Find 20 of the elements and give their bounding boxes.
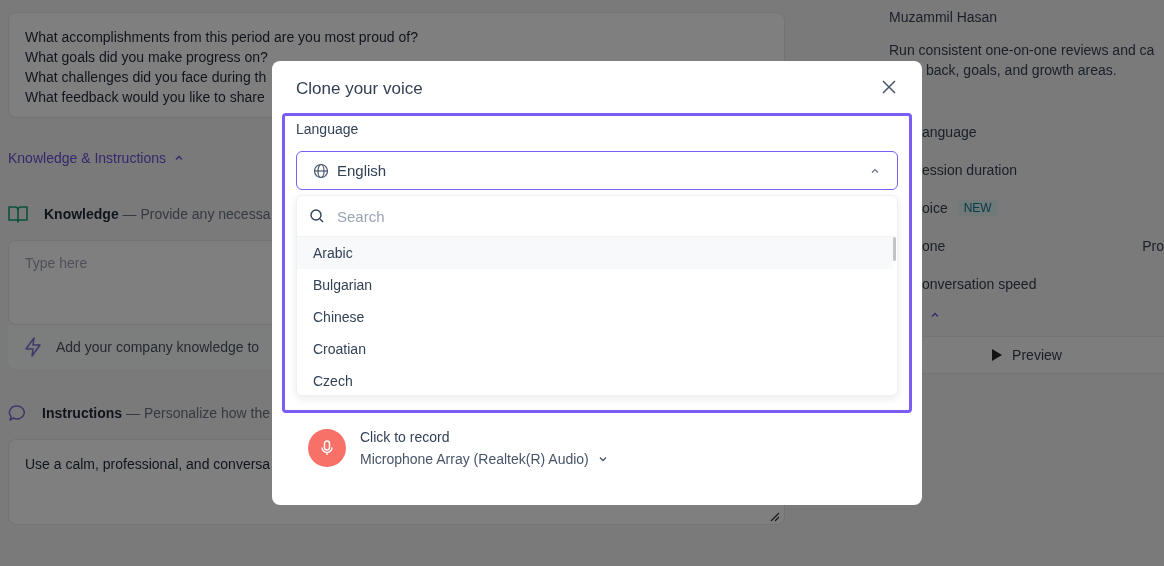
prompt-text: What challenges did you face during th [25,68,267,87]
section-heading: Instructions — Personalize how the [42,405,270,421]
prompt-text: What goals did you make progress on? [25,48,268,67]
prompt-text: What accomplishments from this period are you most proud of? [25,28,418,47]
section-heading: Knowledge — Provide any necessa [44,206,271,222]
field-label: Language [296,121,360,139]
description-text: back, goals, and growth areas. [925,61,1118,80]
prompt-text: What feedback would you like to share [25,88,265,107]
setting-label: onversation speed [922,276,1037,292]
description-text: Run consistent one-on-one reviews and ca [889,41,1156,60]
new-badge: NEW [957,200,998,216]
setting-label: anguage [922,124,977,140]
author-name: Muzammil Hasan [889,8,999,26]
dialog-title: Clone your voice [296,79,423,99]
hint-text: Add your company knowledge to [56,339,260,355]
setting-label: oice [922,200,948,216]
setting-value: Pro [1142,238,1164,254]
record-label: Click to record [360,429,451,445]
setting-label: one [922,238,946,254]
setting-label: ession duration [922,162,1017,178]
